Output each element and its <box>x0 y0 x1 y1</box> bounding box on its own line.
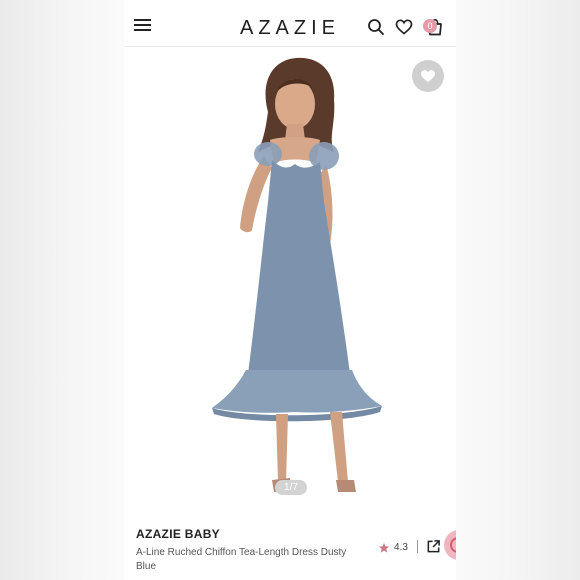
star-icon <box>379 543 389 553</box>
background-right <box>456 0 580 580</box>
dress <box>248 160 350 374</box>
image-counter: 1/7 <box>275 480 307 495</box>
mobile-page: AZAZIE 0 1/7 AZAZIE BABY A-Line Ruched C… <box>124 0 456 580</box>
chat-support-button[interactable] <box>444 530 456 560</box>
chat-icon <box>450 537 456 553</box>
heart-icon[interactable] <box>395 18 413 36</box>
right-shoe <box>336 480 356 492</box>
product-image[interactable] <box>164 52 424 502</box>
product-title[interactable]: A-Line Ruched Chiffon Tea-Length Dress D… <box>136 546 364 574</box>
left-sleeve <box>254 142 282 166</box>
rating-value: 4.3 <box>394 542 408 553</box>
divider <box>417 540 418 553</box>
top-navigation-bar: AZAZIE 0 <box>124 0 456 47</box>
share-icon[interactable] <box>426 539 441 554</box>
background-left <box>0 0 124 580</box>
product-brand[interactable]: AZAZIE BABY <box>136 527 220 541</box>
cart-count-badge: 0 <box>423 19 437 33</box>
search-icon[interactable] <box>367 18 385 36</box>
dress-ruffle <box>212 370 382 413</box>
